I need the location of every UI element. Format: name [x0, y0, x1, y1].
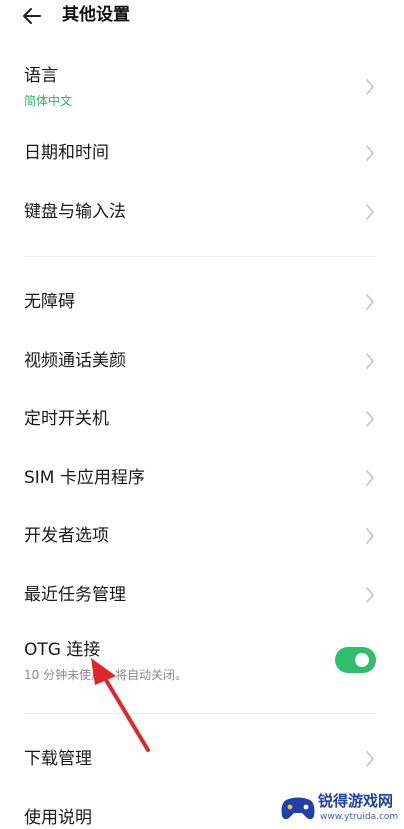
app-header: 其他设置 — [0, 0, 404, 32]
site-watermark: 锐得游戏网 www.ytruida.com — [280, 792, 404, 827]
settings-item-date-time[interactable]: 日期和时间 — [0, 127, 404, 179]
settings-item-sim-apps[interactable]: SIM 卡应用程序 — [0, 452, 404, 504]
item-label: OTG 连接 — [24, 640, 101, 660]
settings-item-video-call-beauty[interactable]: 视频通话美颜 — [0, 335, 404, 387]
section-divider — [24, 713, 376, 714]
settings-item-accessibility[interactable]: 无障碍 — [0, 276, 404, 328]
chevron-right-icon — [366, 145, 374, 161]
back-arrow-icon[interactable] — [20, 4, 44, 28]
toggle-knob — [355, 653, 369, 667]
chevron-right-icon — [366, 294, 374, 310]
chevron-right-icon — [366, 411, 374, 427]
watermark-url: www.ytruida.com — [320, 812, 399, 822]
item-label: 最近任务管理 — [24, 585, 126, 605]
page-title: 其他设置 — [62, 5, 130, 25]
gamepad-logo-icon — [281, 797, 315, 820]
chevron-right-icon — [366, 751, 374, 767]
item-label: 定时开关机 — [24, 409, 109, 429]
settings-item-developer-options[interactable]: 开发者选项 — [0, 510, 404, 562]
item-subtitle: 简体中文 — [24, 94, 73, 108]
watermark-name: 锐得游戏网 — [318, 792, 394, 810]
item-label: SIM 卡应用程序 — [24, 468, 145, 488]
otg-toggle[interactable] — [335, 647, 376, 673]
settings-item-scheduled-power[interactable]: 定时开关机 — [0, 393, 404, 445]
chevron-right-icon — [366, 587, 374, 603]
item-label: 视频通话美颜 — [24, 351, 126, 371]
chevron-right-icon — [366, 353, 374, 369]
settings-item-download-manager[interactable]: 下载管理 — [0, 733, 404, 785]
item-label: 开发者选项 — [24, 526, 109, 546]
chevron-right-icon — [366, 528, 374, 544]
settings-item-language[interactable]: 语言 简体中文 — [0, 58, 404, 118]
item-label: 无障碍 — [24, 292, 75, 312]
item-label: 键盘与输入法 — [24, 202, 126, 222]
item-label: 使用说明 — [24, 808, 92, 828]
item-label: 语言 — [24, 66, 58, 86]
section-divider — [24, 256, 376, 257]
settings-item-keyboard-input[interactable]: 键盘与输入法 — [0, 186, 404, 238]
chevron-right-icon — [366, 79, 374, 95]
chevron-right-icon — [366, 470, 374, 486]
settings-item-recent-tasks[interactable]: 最近任务管理 — [0, 569, 404, 621]
item-label: 下载管理 — [24, 749, 92, 769]
item-label: 日期和时间 — [24, 143, 109, 163]
item-subtitle: 10 分钟未使用，将自动关闭。 — [24, 668, 188, 682]
chevron-right-icon — [366, 204, 374, 220]
settings-item-otg[interactable]: OTG 连接 10 分钟未使用，将自动关闭。 — [0, 630, 404, 690]
